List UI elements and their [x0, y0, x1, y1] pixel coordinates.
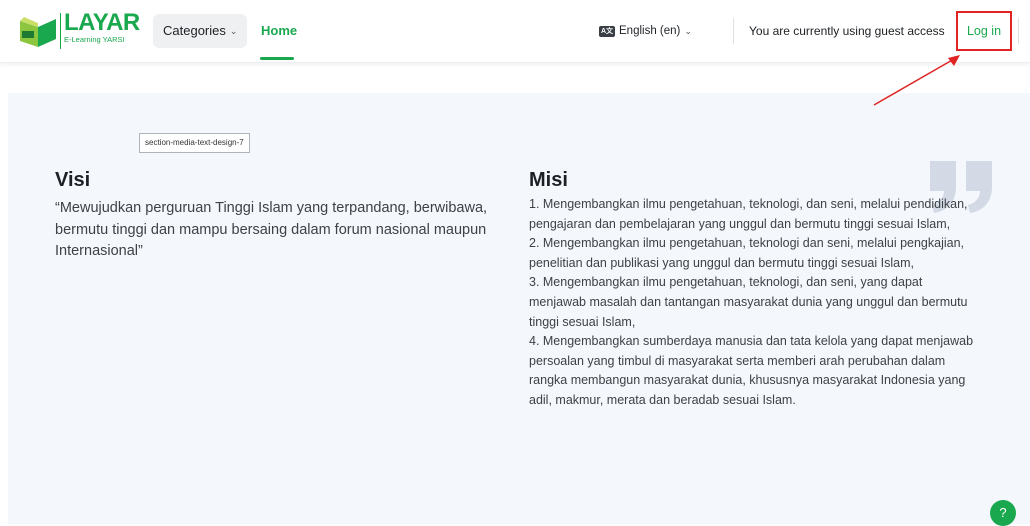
site-logo[interactable]: LAYAR E-Learning YARSI [18, 9, 140, 51]
guest-access-text: You are currently using guest access [749, 24, 945, 38]
active-tab-indicator [260, 57, 294, 60]
logo-book-icon [20, 17, 56, 47]
chevron-down-icon: ⌄ [684, 26, 692, 36]
misi-item: 2. Mengembangkan ilmu pengetahuan, tekno… [529, 236, 965, 270]
help-button[interactable]: ? [990, 500, 1016, 526]
home-link[interactable]: Home [261, 14, 297, 48]
misi-list: 1. Mengembangkan ilmu pengetahuan, tekno… [529, 195, 979, 411]
misi-item: 3. Mengembangkan ilmu pengetahuan, tekno… [529, 275, 968, 329]
chevron-down-icon: ⌄ [229, 26, 238, 36]
misi-heading: Misi [529, 169, 568, 191]
logo-divider [60, 13, 61, 49]
logo-title: LAYAR [64, 9, 140, 36]
visi-text: “Mewujudkan perguruan Tinggi Islam yang … [55, 200, 488, 259]
section-tag-label: section-media-text-design-7 [139, 133, 250, 153]
language-selector[interactable]: A文 English (en) ⌄ [599, 14, 692, 48]
help-icon: ? [999, 505, 1007, 520]
logo-subtitle: E-Learning YARSI [64, 35, 125, 44]
visi-heading: Visi [55, 169, 91, 191]
misi-item: 1. Mengembangkan ilmu pengetahuan, tekno… [529, 197, 968, 231]
categories-label: Categories [163, 23, 226, 38]
annotation-arrow-icon [873, 55, 960, 106]
misi-item: 4. Mengembangkan sumberdaya manusia dan … [529, 334, 974, 407]
nav-divider [1018, 18, 1019, 44]
language-label: English (en) [619, 25, 681, 37]
language-icon: A文 [599, 25, 615, 37]
nav-divider [733, 18, 734, 44]
top-navbar: LAYAR E-Learning YARSI Categories ⌄ Home… [0, 0, 1030, 63]
categories-menu-button[interactable]: Categories ⌄ [153, 14, 248, 48]
login-link[interactable]: Log in [956, 11, 1012, 51]
